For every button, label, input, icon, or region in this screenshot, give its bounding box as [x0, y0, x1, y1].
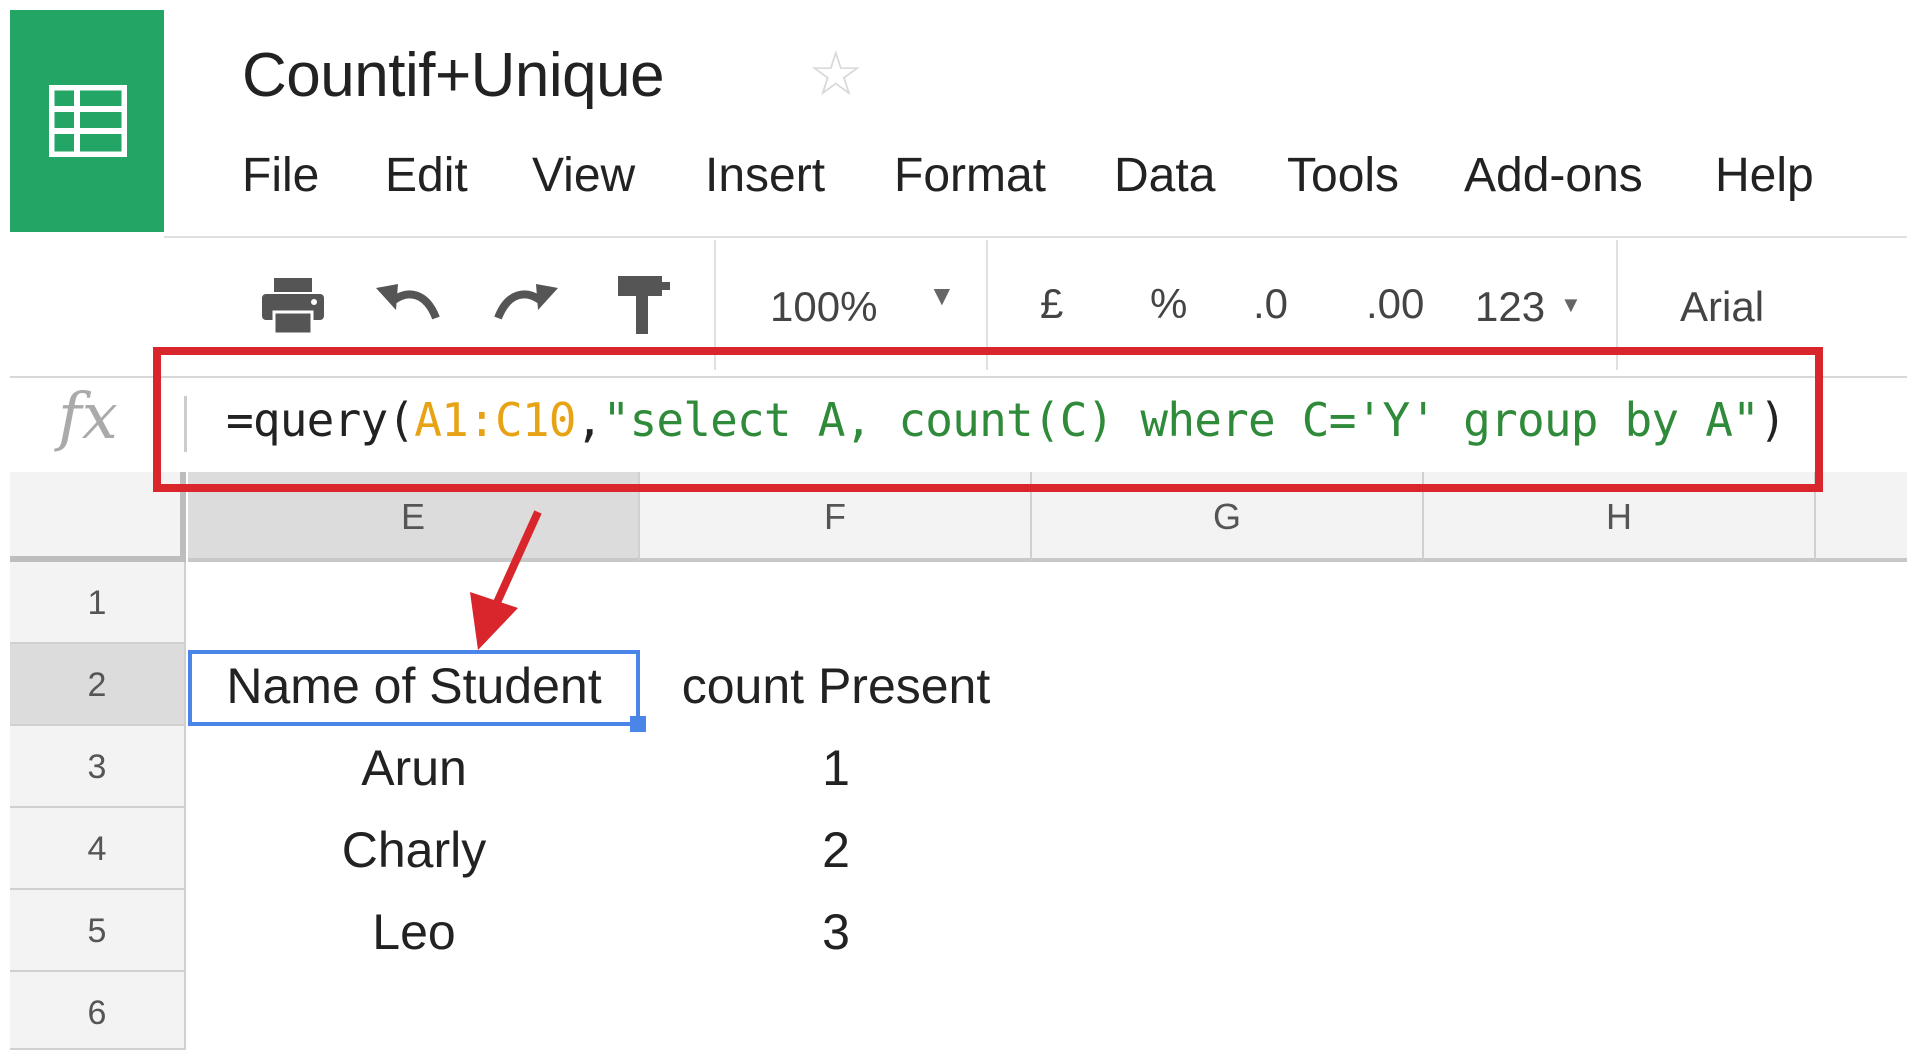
annotation-arrow-icon — [470, 510, 542, 650]
